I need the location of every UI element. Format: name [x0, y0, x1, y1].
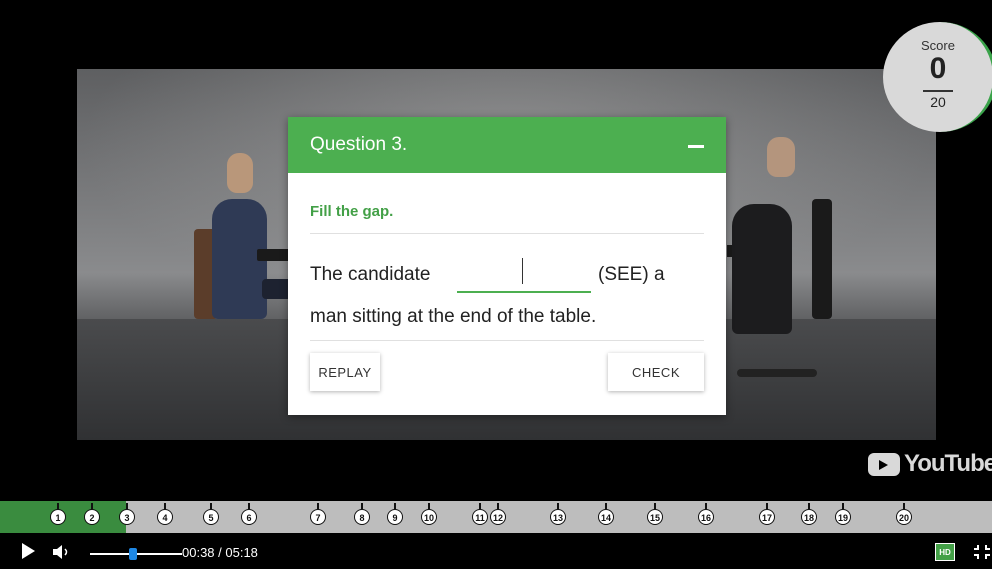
- question-marker[interactable]: 4: [157, 503, 173, 525]
- time-display: 00:38 / 05:18: [182, 545, 258, 560]
- question-dialog: Question 3. Fill the gap. The candidate …: [288, 117, 726, 415]
- right-chair-base: [737, 369, 817, 377]
- question-marker[interactable]: 10: [421, 503, 437, 525]
- youtube-play-icon: [868, 453, 900, 476]
- question-marker[interactable]: 17: [759, 503, 775, 525]
- question-marker[interactable]: 19: [835, 503, 851, 525]
- question-marker[interactable]: 15: [647, 503, 663, 525]
- right-person-body: [732, 204, 792, 334]
- question-marker[interactable]: 16: [698, 503, 714, 525]
- question-marker[interactable]: 5: [203, 503, 219, 525]
- sentence-line-2: man sitting at the end of the table.: [310, 306, 597, 327]
- sentence-verb-hint: (SEE) a: [598, 264, 665, 285]
- left-person-head: [227, 153, 253, 193]
- score-value: 0: [929, 52, 947, 85]
- replay-button[interactable]: REPLAY: [310, 353, 380, 391]
- check-button[interactable]: CHECK: [608, 353, 704, 391]
- volume-fill: [90, 553, 134, 555]
- question-marker[interactable]: 13: [550, 503, 566, 525]
- youtube-wordmark: YouTube: [904, 450, 992, 477]
- question-marker[interactable]: 12: [490, 503, 506, 525]
- question-title: Question 3.: [310, 134, 408, 155]
- question-marker[interactable]: 1: [50, 503, 66, 525]
- score-total: 20: [930, 94, 946, 110]
- gap-input[interactable]: [457, 259, 591, 293]
- question-timeline[interactable]: 1 2 3 4 5 6 7 8 9 10 11 12 13 14 15 16 1…: [0, 501, 992, 533]
- dialog-header: Question 3.: [288, 117, 726, 173]
- text-caret: [522, 258, 523, 284]
- question-marker[interactable]: 6: [241, 503, 257, 525]
- sentence-start: The candidate: [310, 264, 431, 285]
- question-marker[interactable]: 3: [119, 503, 135, 525]
- score-badge: Score 0 20: [883, 22, 992, 132]
- score-label: Score: [921, 38, 955, 53]
- minimize-icon[interactable]: [688, 145, 704, 148]
- question-instruction: Fill the gap.: [310, 203, 394, 220]
- score-divider: [923, 90, 953, 92]
- divider: [310, 340, 704, 341]
- player-controls: 00:38 / 05:18 HD: [0, 533, 992, 569]
- hd-quality-button[interactable]: HD: [935, 543, 955, 561]
- question-marker[interactable]: 2: [84, 503, 100, 525]
- volume-slider-handle[interactable]: [129, 548, 137, 560]
- question-marker[interactable]: 11: [472, 503, 488, 525]
- right-person-head: [767, 137, 795, 177]
- question-marker[interactable]: 14: [598, 503, 614, 525]
- divider: [310, 233, 704, 234]
- question-marker[interactable]: 9: [387, 503, 403, 525]
- question-marker[interactable]: 7: [310, 503, 326, 525]
- volume-icon[interactable]: [53, 545, 73, 559]
- play-icon[interactable]: [22, 543, 35, 559]
- fullscreen-icon[interactable]: [972, 543, 992, 561]
- question-marker[interactable]: 18: [801, 503, 817, 525]
- question-marker[interactable]: 8: [354, 503, 370, 525]
- question-marker[interactable]: 20: [896, 503, 912, 525]
- right-chair: [812, 199, 832, 319]
